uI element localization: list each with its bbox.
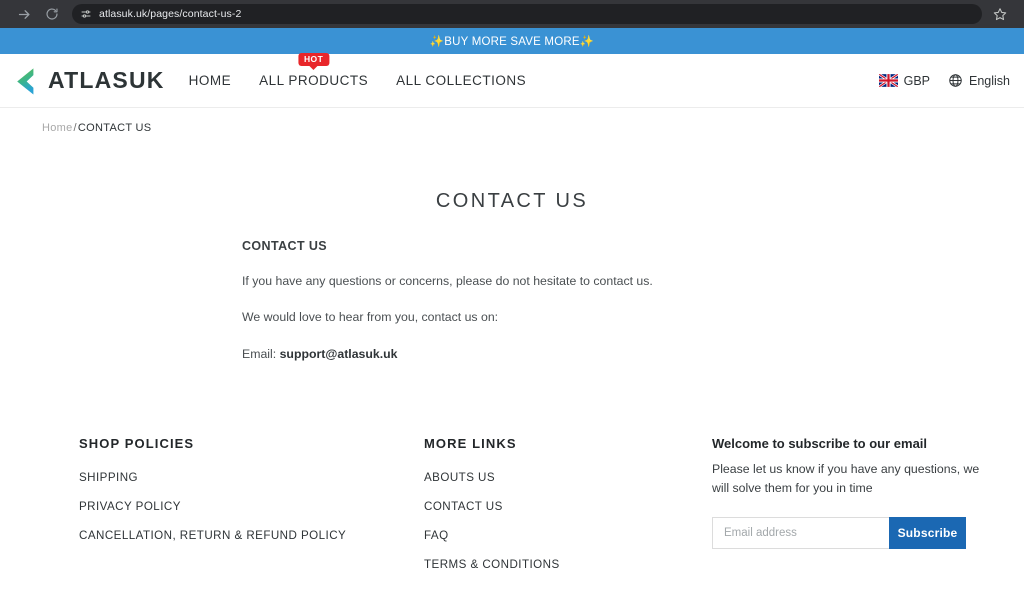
list-item[interactable]: CONTACT US <box>424 500 712 513</box>
contact-content: CONTACT US If you have any questions or … <box>242 239 842 363</box>
announcement-text: ✨BUY MORE SAVE MORE✨ <box>429 36 595 48</box>
address-bar[interactable]: atlasuk.uk/pages/contact-us-2 <box>72 4 982 24</box>
email-input[interactable] <box>712 517 889 550</box>
page-title: CONTACT US <box>435 190 589 212</box>
list-item[interactable]: FAQ <box>424 529 712 542</box>
nav-item-home[interactable]: HOME <box>189 73 232 88</box>
section-heading: CONTACT US <box>242 239 328 253</box>
forward-arrow-icon[interactable] <box>10 0 38 28</box>
footer-heading-more-links: MORE LINKS <box>424 436 517 451</box>
language-selector[interactable]: English <box>948 73 1010 88</box>
footer-column-shop-policies: SHOP POLICIES SHIPPING PRIVACY POLICY CA… <box>32 436 424 587</box>
footer-column-newsletter: Welcome to subscribe to our email Please… <box>712 436 984 587</box>
footer-link-cancellation-return-refund-policy[interactable]: CANCELLATION, RETURN & REFUND POLICY <box>79 529 346 542</box>
star-icon[interactable] <box>986 0 1014 28</box>
globe-icon <box>949 74 962 87</box>
newsletter-description: Please let us know if you have any quest… <box>712 462 980 495</box>
browser-toolbar: atlasuk.uk/pages/contact-us-2 <box>0 0 1024 28</box>
logo-text: ATLASUK <box>48 67 165 93</box>
breadcrumb: Home/CONTACT US <box>0 108 1024 134</box>
footer-link-contact-us[interactable]: CONTACT US <box>424 500 503 513</box>
reload-icon[interactable] <box>38 0 66 28</box>
footer-link-faq[interactable]: FAQ <box>424 529 449 542</box>
contact-paragraph-2: We would love to hear from you, contact … <box>242 310 499 325</box>
site-header: ATLASUK HOME HOT ALL PRODUCTS ALL COLLEC… <box>0 53 1024 108</box>
currency-selector[interactable]: GBP <box>878 73 930 88</box>
contact-email-line: Email: support@atlasuk.uk <box>242 345 842 363</box>
header-utilities: GBP English <box>878 73 1010 88</box>
breadcrumb-separator: / <box>73 122 77 134</box>
language-label: English <box>969 73 1010 88</box>
subscribe-button[interactable]: Subscribe <box>889 517 966 550</box>
list-item[interactable]: ABOUTS US <box>424 471 712 484</box>
list-item[interactable]: SHIPPING <box>79 471 424 484</box>
email-value[interactable]: support@atlasuk.uk <box>280 347 398 361</box>
site-footer: SHOP POLICIES SHIPPING PRIVACY POLICY CA… <box>0 436 1024 587</box>
more-links-list: ABOUTS US CONTACT US FAQ TERMS & CONDITI… <box>424 471 712 571</box>
announcement-bar[interactable]: ✨BUY MORE SAVE MORE✨ <box>0 28 1024 54</box>
footer-link-terms-conditions[interactable]: TERMS & CONDITIONS <box>424 558 560 571</box>
main-navigation: HOME HOT ALL PRODUCTS ALL COLLECTIONS <box>189 53 527 88</box>
footer-link-shipping[interactable]: SHIPPING <box>79 471 138 484</box>
list-item[interactable]: TERMS & CONDITIONS <box>424 558 712 571</box>
footer-column-more-links: MORE LINKS ABOUTS US CONTACT US FAQ TERM… <box>424 436 712 587</box>
nav-label: HOME <box>188 73 232 88</box>
site-logo[interactable]: ATLASUK <box>10 63 165 99</box>
uk-flag-icon <box>878 74 898 87</box>
nav-label: ALL COLLECTIONS <box>396 73 527 88</box>
footer-link-abouts-us[interactable]: ABOUTS US <box>424 471 495 484</box>
breadcrumb-home-link[interactable]: Home <box>42 122 73 134</box>
url-text: atlasuk.uk/pages/contact-us-2 <box>99 8 242 20</box>
list-item[interactable]: CANCELLATION, RETURN & REFUND POLICY <box>79 529 424 542</box>
footer-heading-shop-policies: SHOP POLICIES <box>79 436 195 451</box>
newsletter-form: Subscribe <box>712 517 966 550</box>
nav-label: ALL PRODUCTS <box>259 73 369 88</box>
hot-badge: HOT <box>298 53 330 66</box>
footer-link-privacy-policy[interactable]: PRIVACY POLICY <box>79 500 181 513</box>
currency-label: GBP <box>903 73 930 88</box>
shop-policies-list: SHIPPING PRIVACY POLICY CANCELLATION, RE… <box>79 471 424 542</box>
site-settings-sliders-icon[interactable] <box>80 8 92 20</box>
chevron-left-logo-icon <box>17 67 34 94</box>
email-label: Email: <box>242 346 277 361</box>
contact-paragraph-1: If you have any questions or concerns, p… <box>242 274 653 288</box>
newsletter-title: Welcome to subscribe to our email <box>712 436 928 451</box>
breadcrumb-current: CONTACT US <box>77 122 152 134</box>
nav-item-all-products[interactable]: HOT ALL PRODUCTS <box>259 53 369 88</box>
list-item[interactable]: PRIVACY POLICY <box>79 500 424 513</box>
nav-item-all-collections[interactable]: ALL COLLECTIONS <box>396 73 526 88</box>
